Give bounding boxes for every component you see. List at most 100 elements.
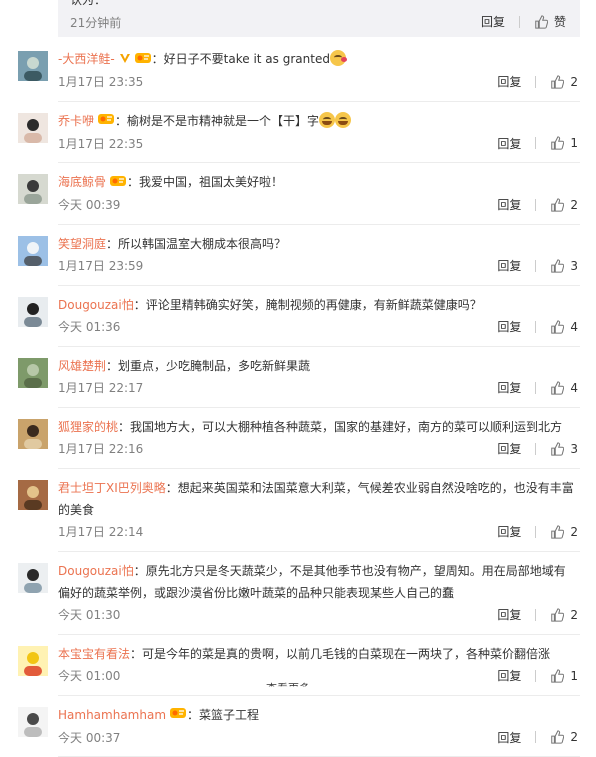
- comment-time: 1月17日 23:35: [58, 73, 143, 90]
- like-button[interactable]: 2: [550, 730, 578, 744]
- reply-button[interactable]: 回复: [497, 257, 521, 274]
- divider: [535, 382, 536, 394]
- avatar[interactable]: [18, 174, 48, 204]
- avatar[interactable]: [18, 563, 48, 593]
- like-button[interactable]: 1: [550, 669, 578, 683]
- username-link[interactable]: Hamhamhamham: [58, 708, 166, 722]
- comment-time: 今天 00:39: [58, 196, 120, 213]
- like-button[interactable]: 2: [550, 525, 578, 539]
- avatar[interactable]: [18, 707, 48, 737]
- reply-button[interactable]: 回复: [497, 523, 521, 540]
- reply-button[interactable]: 回复: [497, 318, 521, 335]
- like-button[interactable]: 4: [550, 381, 578, 395]
- comment-time: 1月17日 22:14: [58, 523, 143, 540]
- like-button[interactable]: 3: [550, 259, 578, 273]
- like-count: 3: [570, 259, 578, 273]
- reply-button[interactable]: 回复: [497, 135, 521, 152]
- level-badge-icon: [166, 704, 187, 726]
- reply-button[interactable]: 回复: [497, 440, 521, 457]
- avatar[interactable]: [18, 297, 48, 327]
- comment-text: ：好日子不要take it as granted: [152, 52, 330, 66]
- kiss-emoji-icon: [330, 50, 346, 66]
- thumb-up-icon: [550, 525, 564, 539]
- username-link[interactable]: Dougouzai怕: [58, 298, 134, 312]
- comment-item: 风雄楚荆：划重点，少吃腌制品，多吃新鲜果蔬1月17日 22:17回复4: [58, 347, 580, 408]
- like-button[interactable]: 1: [550, 136, 578, 150]
- divider: [535, 609, 536, 621]
- reply-button[interactable]: 回复: [481, 13, 505, 30]
- like-button[interactable]: 2: [550, 75, 578, 89]
- username-link[interactable]: 海底鲸骨: [58, 175, 106, 189]
- like-count: 4: [570, 381, 578, 395]
- username-link[interactable]: 乔卡咿: [58, 114, 94, 128]
- comment-meta: 1月17日 22:14 回复 2: [58, 521, 580, 551]
- username-link[interactable]: Dougouzai怕: [58, 564, 134, 578]
- like-count: 2: [570, 608, 578, 622]
- reply-button[interactable]: 回复: [497, 379, 521, 396]
- comment-time: 1月17日 22:17: [58, 379, 143, 396]
- username-link[interactable]: 君士坦丁XI巴列奥略: [58, 481, 166, 495]
- comment-body: -大西洋鲑- ：好日子不要take it as granted: [58, 40, 576, 71]
- verified-v-icon: [115, 49, 131, 71]
- comment-actions: 回复 2: [497, 73, 580, 90]
- username-link[interactable]: 狐狸家的桃: [58, 420, 118, 434]
- comment-body: 乔卡咿：榆树是不是市精神就是一个【干】字: [58, 102, 576, 133]
- reply-button[interactable]: 回复: [497, 196, 521, 213]
- comment-actions: 回复 4: [497, 379, 580, 396]
- comment-body: Hamhamhamham：菜篮子工程: [58, 696, 576, 727]
- comment-body: 海底鲸骨：我爱中国，祖国太美好啦！: [58, 163, 576, 194]
- comment-time: 1月17日 22:35: [58, 135, 143, 152]
- username-link[interactable]: 笑望洞庭: [58, 237, 106, 251]
- comment-item: 海底鲸骨：我爱中国，祖国太美好啦！ 今天 00:39 回复 2: [58, 163, 580, 225]
- like-count: 3: [570, 442, 578, 456]
- avatar[interactable]: [18, 51, 48, 81]
- avatar[interactable]: [18, 646, 48, 676]
- avatar[interactable]: [18, 236, 48, 266]
- comment-text: ：可是今年的菜是真的贵啊，以前几毛钱的白菜现在一两块了，各种菜价翻倍涨: [130, 647, 550, 661]
- like-button[interactable]: 4: [550, 320, 578, 334]
- reply-button[interactable]: 回复: [497, 667, 521, 684]
- comment-item: -大西洋鲑- ：好日子不要take it as granted 1月17日 23:3…: [58, 40, 580, 102]
- like-count: 1: [570, 669, 578, 683]
- comment-body: 君士坦丁XI巴列奥略：想起来英国菜和法国菜意大利菜，气候差农业弱自然没啥吃的，也…: [58, 469, 576, 521]
- divider: [535, 321, 536, 333]
- thumb-up-icon: [550, 442, 564, 456]
- like-count: 2: [570, 75, 578, 89]
- like-count: 1: [570, 136, 578, 150]
- username-link[interactable]: 风雄楚荆: [58, 359, 106, 373]
- reply-button[interactable]: 回复: [497, 606, 521, 623]
- like-button[interactable]: 2: [550, 608, 578, 622]
- like-button[interactable]: 3: [550, 442, 578, 456]
- divider: [519, 16, 520, 28]
- comment-item: Hamhamhamham：菜篮子工程今天 00:37 回复 2: [58, 696, 580, 757]
- comment-meta: 今天 01:36回复4: [58, 316, 580, 346]
- thumb-up-icon: [550, 198, 564, 212]
- avatar[interactable]: [18, 358, 48, 388]
- comment-item: 君士坦丁XI巴列奥略：想起来英国菜和法国菜意大利菜，气候差农业弱自然没啥吃的，也…: [58, 469, 580, 552]
- thumb-up-icon: [550, 136, 564, 150]
- level-badge-icon: [106, 172, 127, 194]
- divider: [535, 526, 536, 538]
- reply-button[interactable]: 回复: [497, 729, 521, 746]
- comment-body: 笑望洞庭：所以韩国温室大棚成本很高吗？: [58, 225, 576, 255]
- like-button[interactable]: 2: [550, 198, 578, 212]
- username-link[interactable]: -大西洋鲑-: [58, 52, 115, 66]
- username-link[interactable]: 本宝宝有看法: [58, 647, 130, 661]
- reply-button[interactable]: 回复: [497, 73, 521, 90]
- avatar[interactable]: [18, 113, 48, 143]
- like-count: 2: [570, 198, 578, 212]
- avatar[interactable]: [18, 419, 48, 449]
- comment-meta: 1月17日 23:35 回复 2: [58, 71, 580, 101]
- like-button[interactable]: 赞: [534, 13, 566, 30]
- previous-reply-box: 认为： 21分钟前 回复 赞: [58, 0, 580, 37]
- comment-item: 狐狸家的桃：我国地方大，可以大棚种植各种蔬菜，国家的基建好，南方的菜可以顺利运到…: [58, 408, 580, 469]
- avatar[interactable]: [18, 480, 48, 510]
- divider: [535, 199, 536, 211]
- divider: [535, 76, 536, 88]
- thumb-up-icon: [550, 730, 564, 744]
- comment-meta: 今天 01:00回复1: [58, 665, 580, 695]
- laugh-emoji-icon: [335, 112, 351, 128]
- divider: [535, 260, 536, 272]
- comment-item: 乔卡咿：榆树是不是市精神就是一个【干】字 1月17日 22:35 回复 1: [58, 102, 580, 164]
- comment-time: 今天 00:37: [58, 729, 120, 746]
